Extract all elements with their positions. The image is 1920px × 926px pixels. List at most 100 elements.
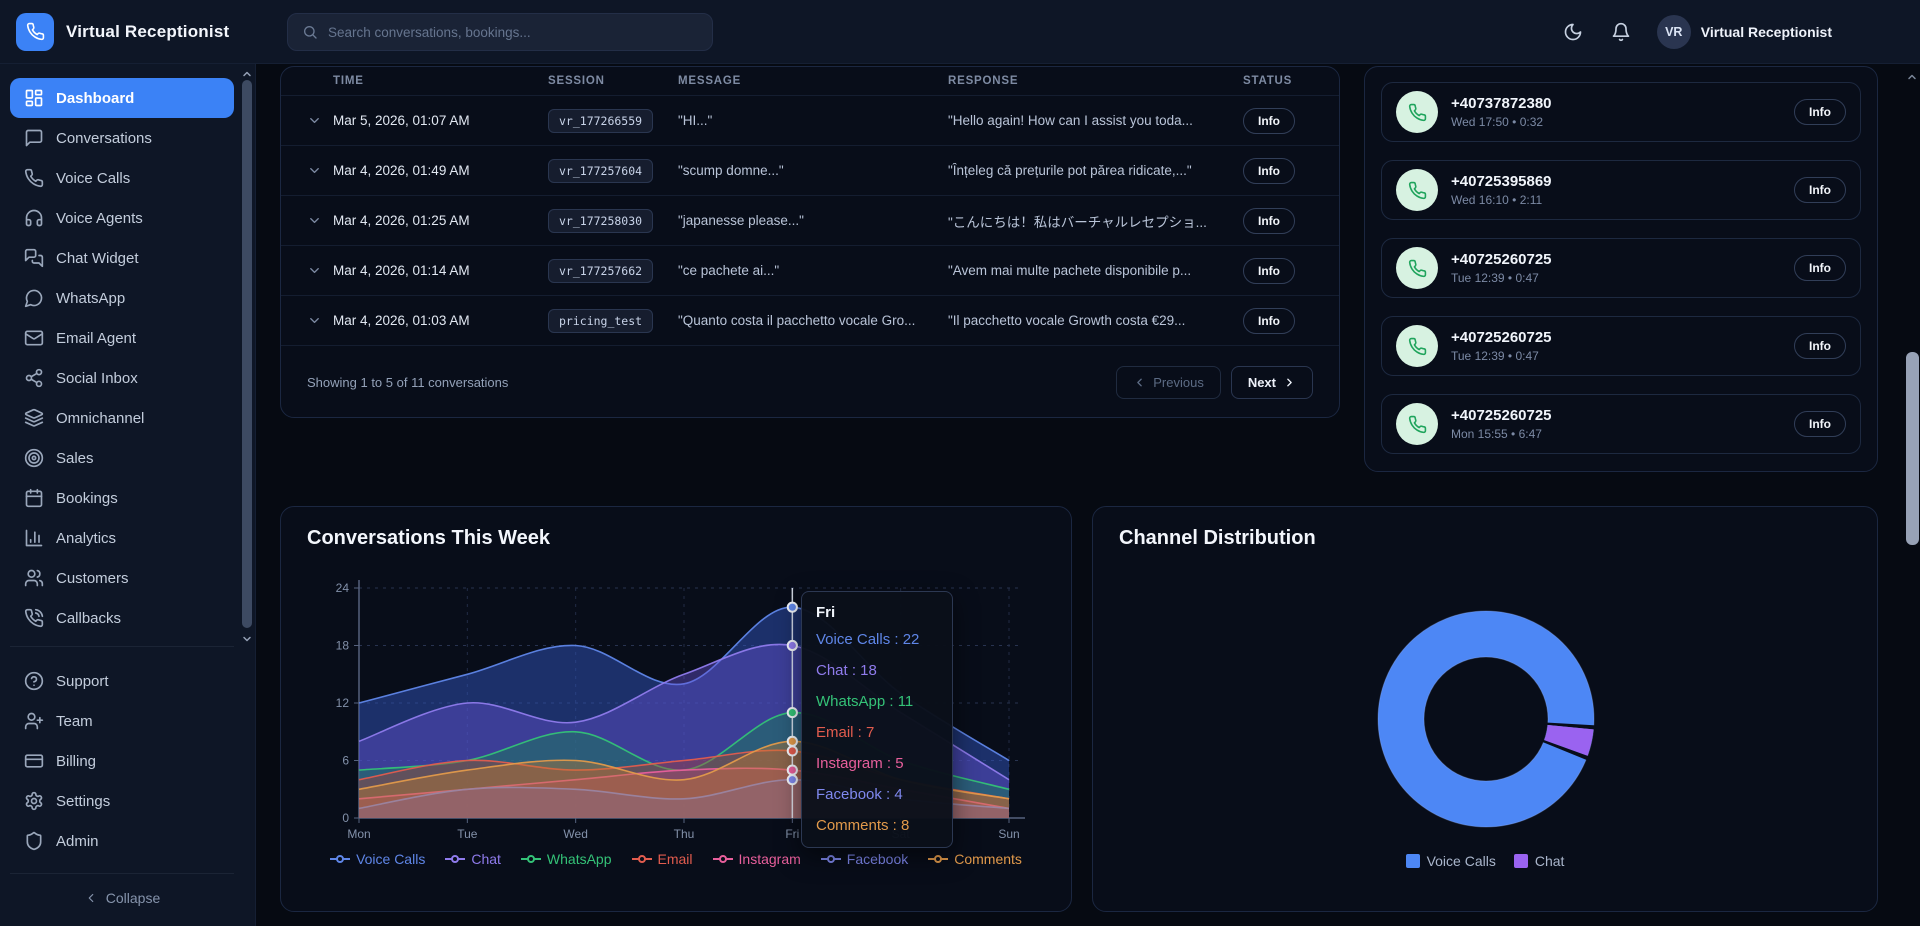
channel-distribution-card: Channel Distribution Voice CallsChat — [1092, 506, 1878, 912]
cell-message: "ce pachete ai..." — [678, 263, 948, 278]
sidebar-item-conversations[interactable]: Conversations — [10, 118, 234, 158]
sidebar-item-callbacks[interactable]: Callbacks — [10, 598, 234, 638]
col-response: RESPONSE — [948, 75, 1243, 87]
sidebar-item-analytics[interactable]: Analytics — [10, 518, 234, 558]
sidebar-item-customers[interactable]: Customers — [10, 558, 234, 598]
sidebar: Dashboard Conversations Voice Calls Voic… — [0, 64, 256, 926]
legend-item[interactable]: Email — [632, 851, 693, 867]
svg-text:Sun: Sun — [998, 827, 1019, 841]
phone-call-icon — [1396, 169, 1438, 211]
sidebar-item-dashboard[interactable]: Dashboard — [10, 78, 234, 118]
call-number: +40725260725 — [1451, 251, 1794, 268]
chevron-down-icon[interactable] — [241, 632, 253, 644]
table-row[interactable]: Mar 4, 2026, 01:25 AM vr_177258030 "japa… — [281, 195, 1339, 245]
call-list-item[interactable]: +40725260725Tue 12:39 • 0:47Info — [1381, 316, 1861, 376]
call-list-item[interactable]: +40737872380Wed 17:50 • 0:32Info — [1381, 82, 1861, 142]
tooltip-series-value: Facebook : 4 — [816, 786, 938, 804]
sidebar-item-bookings[interactable]: Bookings — [10, 478, 234, 518]
info-button[interactable]: Info — [1243, 108, 1295, 134]
sidebar-item-admin[interactable]: Admin — [10, 821, 234, 861]
call-list-item[interactable]: +40725260725Tue 12:39 • 0:47Info — [1381, 238, 1861, 298]
phone-call-icon — [1396, 325, 1438, 367]
info-button[interactable]: Info — [1243, 258, 1295, 284]
brand-logo[interactable]: Virtual Receptionist — [0, 13, 256, 51]
legend-item[interactable]: Instagram — [713, 851, 801, 867]
dashboard-icon — [24, 88, 44, 108]
chevron-up-icon[interactable] — [241, 67, 253, 79]
table-row[interactable]: Mar 5, 2026, 01:07 AM vr_177266559 "HI..… — [281, 95, 1339, 145]
user-avatar[interactable]: VR — [1657, 15, 1691, 49]
sidebar-item-voice-agents[interactable]: Voice Agents — [10, 198, 234, 238]
top-bar: Virtual Receptionist VR Virtual Receptio… — [0, 0, 1920, 64]
next-page-button[interactable]: Next — [1231, 366, 1313, 399]
page-scrollbar-thumb[interactable] — [1906, 352, 1919, 545]
call-list-item[interactable]: +40725395869Wed 16:10 • 2:11Info — [1381, 160, 1861, 220]
sidebar-item-settings[interactable]: Settings — [10, 781, 234, 821]
sidebar-item-support[interactable]: Support — [10, 661, 234, 701]
info-button[interactable]: Info — [1794, 255, 1846, 281]
search-input[interactable] — [328, 25, 698, 40]
chevron-down-icon[interactable] — [307, 313, 333, 328]
legend-item[interactable]: Chat — [445, 851, 501, 867]
info-button[interactable]: Info — [1243, 308, 1295, 334]
cell-message: "Quanto costa il pacchetto vocale Gro... — [678, 313, 948, 328]
legend-item[interactable]: Voice Calls — [330, 851, 425, 867]
info-button[interactable]: Info — [1243, 208, 1295, 234]
credit-card-icon — [24, 751, 44, 771]
chevron-down-icon[interactable] — [307, 263, 333, 278]
svg-text:Fri: Fri — [785, 827, 799, 841]
sidebar-item-team[interactable]: Team — [10, 701, 234, 741]
legend-label: Facebook — [847, 851, 908, 867]
legend-marker-icon — [928, 854, 948, 864]
col-status: STATUS — [1243, 75, 1313, 87]
sidebar-item-label: Dashboard — [56, 90, 134, 107]
legend-swatch — [1514, 854, 1528, 868]
legend-item[interactable]: Voice Calls — [1406, 853, 1496, 869]
sidebar-item-whatsapp[interactable]: WhatsApp — [10, 278, 234, 318]
legend-item[interactable]: Chat — [1514, 853, 1565, 869]
search-icon — [302, 24, 318, 40]
legend-item[interactable]: Facebook — [821, 851, 908, 867]
share-icon — [24, 368, 44, 388]
sidebar-item-social-inbox[interactable]: Social Inbox — [10, 358, 234, 398]
cell-response: "Hello again! How can I assist you toda.… — [948, 113, 1243, 128]
sidebar-item-voice-calls[interactable]: Voice Calls — [10, 158, 234, 198]
sidebar-item-email-agent[interactable]: Email Agent — [10, 318, 234, 358]
sidebar-item-label: Omnichannel — [56, 410, 144, 427]
info-button[interactable]: Info — [1794, 333, 1846, 359]
table-row[interactable]: Mar 4, 2026, 01:14 AM vr_177257662 "ce p… — [281, 245, 1339, 295]
sidebar-item-label: Sales — [56, 450, 94, 467]
sidebar-item-label: Team — [56, 713, 93, 730]
sidebar-scrollbar-thumb[interactable] — [242, 80, 252, 628]
info-button[interactable]: Info — [1794, 411, 1846, 437]
cell-message: "HI..." — [678, 113, 948, 128]
sidebar-item-sales[interactable]: Sales — [10, 438, 234, 478]
notifications-bell-icon[interactable] — [1609, 20, 1633, 44]
info-button[interactable]: Info — [1794, 99, 1846, 125]
sidebar-item-label: Voice Agents — [56, 210, 143, 227]
legend-item[interactable]: Comments — [928, 851, 1022, 867]
table-row[interactable]: Mar 4, 2026, 01:49 AM vr_177257604 "scum… — [281, 145, 1339, 195]
session-badge: vr_177266559 — [548, 109, 653, 133]
sidebar-item-billing[interactable]: Billing — [10, 741, 234, 781]
col-session: SESSION — [548, 75, 678, 87]
sidebar-item-omnichannel[interactable]: Omnichannel — [10, 398, 234, 438]
shield-icon — [24, 831, 44, 851]
table-row[interactable]: Mar 4, 2026, 01:03 AM pricing_test "Quan… — [281, 295, 1339, 345]
global-search[interactable] — [287, 13, 713, 51]
sidebar-item-chat-widget[interactable]: Chat Widget — [10, 238, 234, 278]
chevron-down-icon[interactable] — [307, 163, 333, 178]
chevron-down-icon[interactable] — [307, 213, 333, 228]
previous-page-button[interactable]: Previous — [1116, 366, 1221, 399]
message-circle-icon — [24, 288, 44, 308]
channel-donut-chart[interactable] — [1366, 599, 1606, 839]
collapse-sidebar-button[interactable]: Collapse — [0, 878, 244, 918]
call-list-item[interactable]: +40725260725Mon 15:55 • 6:47Info — [1381, 394, 1861, 454]
info-button[interactable]: Info — [1243, 158, 1295, 184]
info-button[interactable]: Info — [1794, 177, 1846, 203]
chevron-up-icon[interactable] — [1906, 70, 1918, 82]
chevron-down-icon[interactable] — [307, 113, 333, 128]
next-label: Next — [1248, 375, 1276, 390]
theme-moon-icon[interactable] — [1561, 20, 1585, 44]
legend-item[interactable]: WhatsApp — [521, 851, 612, 867]
